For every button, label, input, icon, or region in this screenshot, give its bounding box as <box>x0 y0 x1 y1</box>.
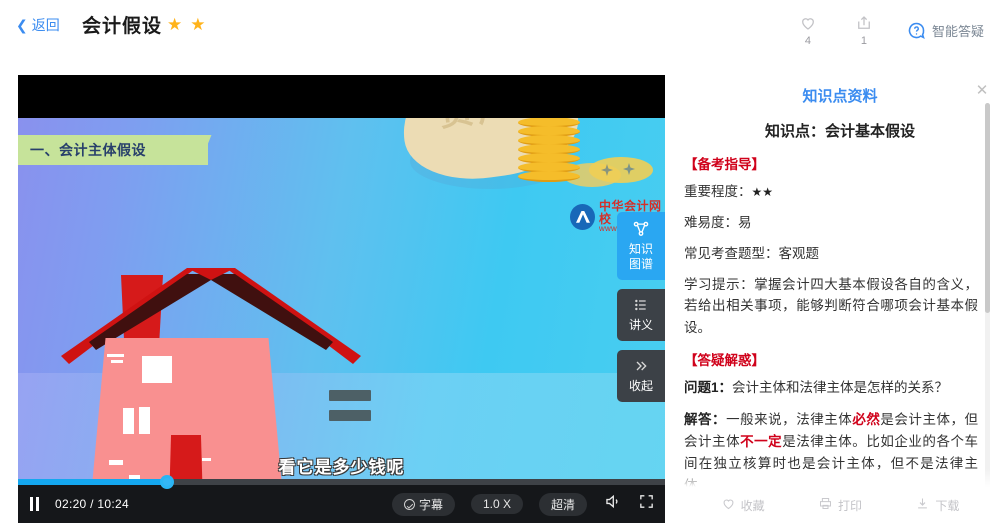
ai-question-label: 智能答疑 <box>931 23 984 39</box>
video-stage[interactable]: 资产 一、会计主体假设 <box>18 75 665 523</box>
speaker-icon[interactable] <box>603 492 622 516</box>
share-button[interactable]: 1 <box>836 14 892 47</box>
heart-icon <box>721 496 736 514</box>
rail-label-line2: 图谱 <box>628 256 653 271</box>
question-1-label: 问题1： <box>684 380 733 396</box>
importance-stars: ★★ <box>751 185 774 199</box>
banner-decoration <box>168 135 212 165</box>
answer-1-highlight-1: 必然 <box>852 412 881 428</box>
chevron-left-icon: ❮ <box>16 17 28 33</box>
study-tip-paragraph: 学习提示：掌握会计四大基本假设各自的含义，若给出相关事项，能够判断符合哪项会计基… <box>684 276 978 336</box>
back-button[interactable]: ❮ 返回 <box>16 15 60 35</box>
answer-1-highlight-2: 不一定 <box>740 433 783 449</box>
page-header: ❮ 返回 会计假设 ★ ★ 4 1 智能答疑 <box>0 0 1000 60</box>
video-letterbox <box>18 75 665 118</box>
page-title: 会计假设 <box>82 16 163 37</box>
heart-icon <box>799 14 817 32</box>
print-label: 打印 <box>837 498 862 513</box>
coin-mark-icon <box>623 163 635 175</box>
rail-label-line1: 知识 <box>628 242 653 257</box>
rail-label-line1: 收起 <box>628 378 653 393</box>
fullscreen-icon[interactable] <box>638 493 655 515</box>
rail-label-line1: 讲义 <box>628 317 653 332</box>
double-chevron-right-icon <box>633 358 649 375</box>
close-icon[interactable]: ✕ <box>974 83 990 99</box>
video-subtitle: 看它是多少钱呢 <box>278 458 405 477</box>
panel-content: 【备考指导】 重要程度：★★ 难易度：易 常见考查题型：客观题 学习提示：掌握会… <box>680 143 1000 495</box>
coin-flat-front <box>589 157 653 183</box>
download-button[interactable]: 下载 <box>915 496 959 514</box>
answer-1-part1: 一般来说，法律主体 <box>726 412 853 428</box>
answer-1-label: 解答： <box>684 412 727 428</box>
importance-label: 重要程度： <box>684 184 752 199</box>
title-rating-stars: ★ ★ <box>167 16 206 33</box>
ai-question-button[interactable]: 智能答疑 <box>906 20 984 41</box>
progress-handle[interactable] <box>159 475 174 489</box>
share-count: 1 <box>860 34 868 47</box>
slide-title-text: 一、会计主体假设 <box>30 142 146 158</box>
controls-right: 字幕 1.0 X 超清 <box>391 485 655 523</box>
playback-speed-button[interactable]: 1.0 X <box>470 494 523 514</box>
subtitle-button-label: 字幕 <box>418 497 443 512</box>
star-icon: ★ <box>190 15 206 34</box>
time-display: 02:20 / 10:24 <box>55 497 129 511</box>
importance-line: 重要程度：★★ <box>684 181 978 203</box>
download-icon <box>915 496 930 514</box>
coin-mark-icon <box>601 164 613 176</box>
panel-subtitle: 知识点：会计基本假设 <box>764 123 915 140</box>
lesson-player-page: ❮ 返回 会计假设 ★ ★ 4 1 智能答疑 一、会计主体假设 看它是多少钱呢 … <box>0 0 1000 523</box>
panel-scrollbar-thumb[interactable] <box>985 103 990 313</box>
difficulty-line: 难易度：易 <box>684 214 752 230</box>
slide-scene: 资产 一、会计主体假设 <box>18 75 665 523</box>
rail-button-collapse[interactable]: 收起 <box>617 350 665 402</box>
favorite-button[interactable]: 收藏 <box>721 496 765 514</box>
rail-button-knowledge-graph[interactable]: 知识 图谱 <box>617 212 665 280</box>
controls-left: 02:20 / 10:24 <box>30 485 129 523</box>
quality-button[interactable]: 超清 <box>538 492 587 516</box>
star-icon: ★ <box>167 15 183 34</box>
faq-question-1: 问题1：会计主体和法律主体是怎样的关系？ <box>684 377 978 399</box>
download-label: 下载 <box>935 498 960 513</box>
like-count: 4 <box>804 34 812 47</box>
speed-button-label: 1.0 X <box>482 497 511 511</box>
list-icon <box>633 297 649 314</box>
panel-footer-actions: 收藏 打印 下载 <box>680 487 1000 523</box>
question-type-line: 常见考查题型：客观题 <box>684 245 819 261</box>
check-circle-icon <box>403 498 415 510</box>
share-icon <box>855 14 873 32</box>
graph-nodes-icon <box>632 220 650 238</box>
equals-sign <box>329 390 371 430</box>
content-fade-mask <box>680 469 1000 487</box>
like-button[interactable]: 4 <box>780 14 836 47</box>
coin-stack <box>518 117 580 189</box>
question-1-text: 会计主体和法律主体是怎样的关系？ <box>732 380 949 396</box>
section-heading-exam-guide: 【备考指导】 <box>684 157 765 172</box>
favorite-label: 收藏 <box>740 498 765 513</box>
rail-button-lecture-notes[interactable]: 讲义 <box>617 289 665 341</box>
player-controls: 02:20 / 10:24 字幕 1.0 X 超清 <box>18 475 665 523</box>
video-side-rail: 知识 图谱 讲义 收起 <box>617 212 665 411</box>
panel-title: 知识点资料 <box>802 88 878 105</box>
printer-icon <box>818 496 833 514</box>
header-actions: 4 1 智能答疑 <box>780 0 992 60</box>
video-player[interactable]: 资产 一、会计主体假设 <box>18 75 665 523</box>
ai-question-icon <box>906 20 927 41</box>
knowledge-panel: ✕ 知识点资料 知识点：会计基本假设 【备考指导】 重要程度：★★ 难易度：易 … <box>680 75 1000 523</box>
section-heading-faq: 【答疑解惑】 <box>684 353 765 369</box>
print-button[interactable]: 打印 <box>818 496 862 514</box>
quality-button-label: 超清 <box>550 497 575 512</box>
subtitle-toggle-button[interactable]: 字幕 <box>391 492 455 516</box>
back-button-label: 返回 <box>31 17 60 33</box>
pause-icon[interactable] <box>30 497 39 511</box>
